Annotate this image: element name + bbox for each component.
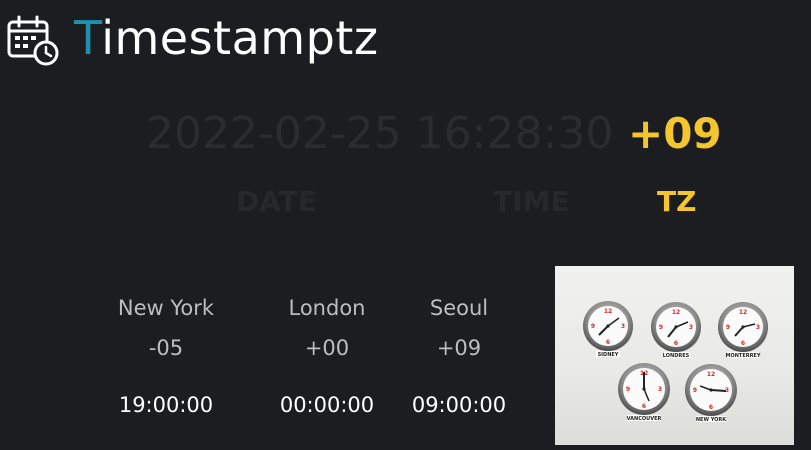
timestamp-tz: +09 <box>628 109 722 158</box>
svg-text:6: 6 <box>709 404 713 411</box>
svg-text:12: 12 <box>707 371 715 378</box>
app-title-rest: imestamptz <box>101 11 379 65</box>
svg-text:3: 3 <box>756 324 760 331</box>
app-title: Timestamptz <box>74 6 378 70</box>
svg-text:3: 3 <box>658 386 662 393</box>
svg-text:9: 9 <box>591 323 595 330</box>
wall-clocks-illustration: 12 6 9 3 SIDNEY 12 6 9 3 LONDRES 12 6 9 … <box>583 301 768 423</box>
clock-vancouver: 12 6 9 3 <box>618 363 670 421</box>
wall-clocks-photo: 12 6 9 3 SIDNEY 12 6 9 3 LONDRES 12 6 9 … <box>555 266 794 445</box>
city-name: New York <box>117 296 215 320</box>
svg-text:12: 12 <box>604 308 612 315</box>
calendar-clock-icon <box>7 15 59 66</box>
city-time: 00:00:00 <box>279 393 375 417</box>
clock-caption-sidney: SIDNEY <box>598 352 619 358</box>
svg-text:12: 12 <box>672 309 680 316</box>
city-time: 19:00:00 <box>118 393 214 417</box>
city-offset: -05 <box>148 336 184 360</box>
app-title-first-letter: T <box>74 11 102 65</box>
page: Timestamptz 2022-02-25 16:28:30 +09 DATE… <box>0 0 811 450</box>
city-offset: +00 <box>304 336 350 360</box>
city-name: London <box>288 296 366 320</box>
clock-caption-monterrey: MONTERREY <box>726 353 761 359</box>
clock-caption-londres: LONDRES <box>663 353 690 359</box>
clock-monterrey: 12 6 9 3 <box>718 302 768 358</box>
clock-caption-new-york: NEW YORK <box>696 417 727 423</box>
city-name: Seoul <box>429 296 489 320</box>
svg-text:3: 3 <box>689 324 693 331</box>
city-time: 09:00:00 <box>411 393 507 417</box>
clock-caption-vancouver: VANCOUVER <box>627 416 662 422</box>
tz-label: TZ <box>657 185 697 218</box>
svg-text:3: 3 <box>621 323 625 330</box>
timestamp-datetime: 2022-02-25 16:28:30 <box>146 108 614 159</box>
svg-text:6: 6 <box>741 340 745 347</box>
svg-text:6: 6 <box>674 340 678 347</box>
svg-text:9: 9 <box>726 324 730 331</box>
date-label: DATE <box>236 185 317 218</box>
svg-text:9: 9 <box>693 387 697 394</box>
clock-new-york: 12 6 9 3 <box>685 364 737 422</box>
time-label: TIME <box>493 185 570 218</box>
svg-text:6: 6 <box>642 403 646 410</box>
svg-text:9: 9 <box>626 386 630 393</box>
svg-text:9: 9 <box>659 324 663 331</box>
clock-sidney: 12 6 9 3 <box>583 301 633 357</box>
svg-text:12: 12 <box>739 309 747 316</box>
svg-text:6: 6 <box>606 339 610 346</box>
clock-londres: 12 6 9 3 <box>651 302 701 358</box>
city-offset: +09 <box>436 336 482 360</box>
